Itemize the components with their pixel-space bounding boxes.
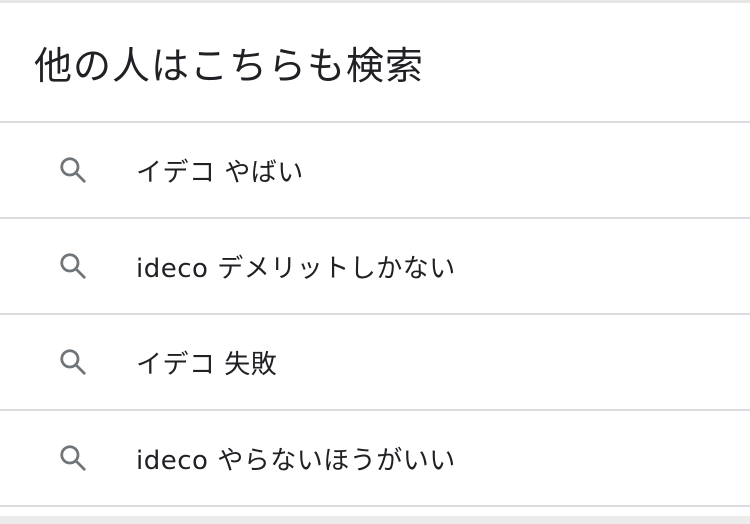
- suggestion-item[interactable]: イデコ 失敗: [0, 315, 750, 411]
- suggestion-label: ideco やらないほうがいい: [136, 445, 456, 476]
- suggestion-label: ideco デメリットしかない: [136, 253, 456, 284]
- suggestion-item[interactable]: イデコ やばい: [0, 123, 750, 219]
- related-searches-card: 他の人はこちらも検索 イデコ やばい ideco デメリットしかない イデコ 失…: [0, 0, 750, 524]
- suggestion-item[interactable]: ideco デメリットしかない: [0, 219, 750, 315]
- suggestion-label: イデコ 失敗: [136, 349, 278, 380]
- bottom-divider: [0, 516, 750, 524]
- suggestion-label: イデコ やばい: [136, 157, 304, 188]
- search-icon: [56, 441, 90, 475]
- suggestion-item[interactable]: ideco やらないほうがいい: [0, 411, 750, 507]
- search-icon: [56, 249, 90, 283]
- search-icon: [56, 153, 90, 187]
- section-header: 他の人はこちらも検索: [0, 3, 750, 123]
- section-title: 他の人はこちらも検索: [34, 43, 425, 88]
- search-icon: [56, 345, 90, 379]
